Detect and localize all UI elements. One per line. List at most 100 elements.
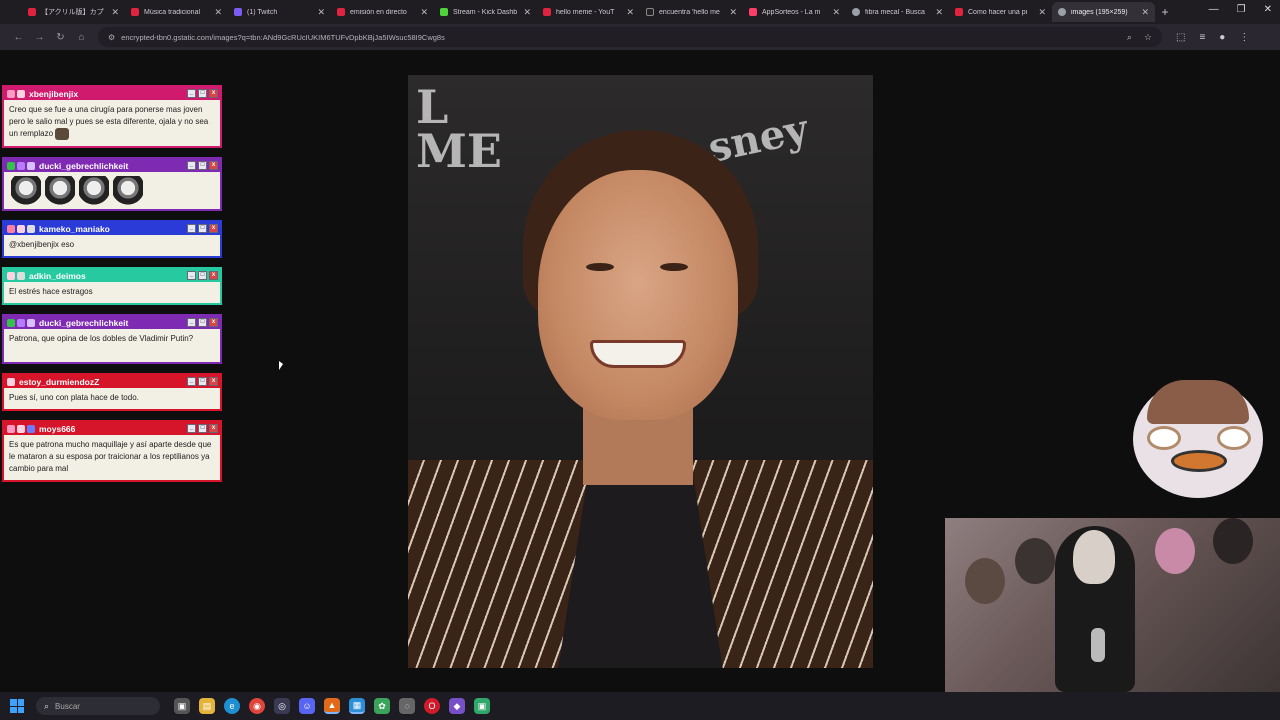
close-tab-icon[interactable]: ✕ bbox=[1141, 7, 1149, 18]
toolbar-icons: ⬚ ≡ ● ⋮ bbox=[1176, 32, 1249, 43]
minimize-icon: _ bbox=[187, 271, 196, 280]
chat-message: adkin_deimos _ □ x El estrés hace estragos bbox=[2, 267, 222, 305]
home-icon[interactable]: ⌂ bbox=[71, 32, 92, 43]
mascot-left-eye bbox=[1147, 426, 1181, 450]
reload-icon[interactable]: ↻ bbox=[50, 32, 71, 43]
chat-message-body: @xbenjibenjix eso bbox=[4, 235, 220, 256]
plush-decoration bbox=[1155, 528, 1195, 574]
file-explorer-icon[interactable]: ▤ bbox=[199, 698, 215, 714]
chat-message-header: kameko_maniako _ □ x bbox=[4, 222, 220, 235]
smile bbox=[590, 340, 686, 368]
address-bar[interactable]: ⚙ encrypted-tbn0.gstatic.com/images?q=tb… bbox=[98, 27, 1162, 47]
bookmark-star-icon[interactable]: ☆ bbox=[1144, 32, 1152, 43]
plush-decoration bbox=[965, 558, 1005, 604]
browser-tab[interactable]: hello meme - YouT ✕ bbox=[537, 2, 640, 22]
browser-tab[interactable]: 【アクリル版】カプ ✕ bbox=[22, 2, 125, 22]
app-icon[interactable]: ✿ bbox=[374, 698, 390, 714]
chat-username: kameko_maniako bbox=[39, 223, 110, 234]
app-icon[interactable]: ▲ bbox=[324, 698, 340, 714]
chrome-icon[interactable]: ◉ bbox=[249, 698, 265, 714]
windows-start-icon[interactable] bbox=[10, 699, 24, 713]
close-tab-icon[interactable]: ✕ bbox=[420, 7, 428, 18]
cat-emote-icon bbox=[11, 176, 41, 206]
browser-tab[interactable]: fibra mecal - Busca ✕ bbox=[846, 2, 949, 22]
browser-tab[interactable]: encuentra 'hello me ✕ bbox=[640, 2, 743, 22]
close-tab-icon[interactable]: ✕ bbox=[935, 7, 943, 18]
close-icon: x bbox=[209, 224, 218, 233]
app-icon[interactable]: ◆ bbox=[449, 698, 465, 714]
maximize-icon[interactable]: ❐ bbox=[1237, 4, 1246, 15]
forward-arrow-icon[interactable]: → bbox=[29, 32, 50, 43]
displayed-image[interactable]: L ME sney bbox=[408, 75, 873, 668]
discord-icon[interactable]: ☺ bbox=[299, 698, 315, 714]
window-buttons: _ □ x bbox=[187, 89, 218, 98]
close-tab-icon[interactable]: ✕ bbox=[729, 7, 737, 18]
chat-message-text: Patrona, que opina de los dobles de Vlad… bbox=[9, 334, 194, 343]
microphone bbox=[1091, 628, 1105, 662]
taskbar-search[interactable]: ⌕ Buscar bbox=[36, 697, 160, 715]
browser-tab[interactable]: Música tradicional ✕ bbox=[125, 2, 228, 22]
chat-username: xbenjibenjix bbox=[29, 88, 79, 99]
site-info-icon[interactable]: ⚙ bbox=[108, 33, 115, 42]
plush-decoration bbox=[1015, 538, 1055, 584]
chat-username: ducki_gebrechlichkeit bbox=[39, 317, 129, 328]
browser-tab[interactable]: emisión en directo ✕ bbox=[331, 2, 434, 22]
app-icon[interactable]: ▣ bbox=[474, 698, 490, 714]
new-tab-button[interactable]: + bbox=[1155, 5, 1175, 19]
right-eye bbox=[660, 263, 688, 271]
chat-message: xbenjibenjix _ □ x Creo que se fue a una c… bbox=[2, 85, 222, 148]
back-arrow-icon[interactable]: ← bbox=[8, 32, 29, 43]
close-tab-icon[interactable]: ✕ bbox=[832, 7, 840, 18]
chat-message-body: Pues sí, uno con plata hace de todo. bbox=[4, 388, 220, 409]
globe-favicon-icon bbox=[1058, 8, 1066, 16]
extensions-icon[interactable]: ⬚ bbox=[1176, 32, 1185, 43]
browser-tab[interactable]: Como hacer una pi ✕ bbox=[949, 2, 1052, 22]
close-icon: x bbox=[209, 318, 218, 327]
cat-emote-icon bbox=[113, 176, 143, 206]
profile-icon[interactable]: ● bbox=[1219, 32, 1225, 43]
close-tab-icon[interactable]: ✕ bbox=[214, 7, 222, 18]
media-control-icon[interactable]: ≡ bbox=[1199, 32, 1205, 43]
chat-username: ducki_gebrechlichkeit bbox=[39, 160, 129, 171]
close-tab-icon[interactable]: ✕ bbox=[111, 7, 119, 18]
plush-decoration bbox=[1213, 518, 1253, 564]
minimize-icon: _ bbox=[187, 377, 196, 386]
close-window-icon[interactable]: ✕ bbox=[1264, 4, 1272, 15]
minimize-icon: _ bbox=[187, 318, 196, 327]
minimize-icon[interactable]: — bbox=[1209, 4, 1219, 15]
edge-icon[interactable]: e bbox=[224, 698, 240, 714]
app-icon[interactable]: ◌ bbox=[399, 698, 415, 714]
app-icon[interactable]: ▦ bbox=[349, 698, 365, 714]
maximize-icon: □ bbox=[198, 89, 207, 98]
browser-tab[interactable]: (1) Twitch ✕ bbox=[228, 2, 331, 22]
address-bar-actions: ⌕ ☆ bbox=[1127, 32, 1152, 43]
emote-icon bbox=[55, 128, 70, 140]
close-tab-icon[interactable]: ✕ bbox=[626, 7, 634, 18]
prime-badge-icon bbox=[17, 318, 25, 327]
maximize-icon: □ bbox=[198, 424, 207, 433]
task-view-icon[interactable]: ▣ bbox=[174, 698, 190, 714]
close-tab-icon[interactable]: ✕ bbox=[317, 7, 325, 18]
zoom-icon[interactable]: ⌕ bbox=[1127, 32, 1132, 43]
opera-icon[interactable]: O bbox=[424, 698, 440, 714]
cat-emote-icon bbox=[79, 176, 109, 206]
chat-message-text: Pues sí, uno con plata hace de todo. bbox=[9, 393, 139, 402]
app-icon[interactable]: ◎ bbox=[274, 698, 290, 714]
browser-tab-bar: 【アクリル版】カプ ✕ Música tradicional ✕ (1) Twitc… bbox=[0, 0, 1280, 24]
close-tab-icon[interactable]: ✕ bbox=[523, 7, 531, 18]
close-tab-icon[interactable]: ✕ bbox=[1038, 7, 1046, 18]
window-buttons: _ □ x bbox=[187, 224, 218, 233]
tiktok-favicon-icon bbox=[646, 8, 654, 16]
tab-strip-spacer bbox=[0, 2, 22, 22]
close-icon: x bbox=[209, 424, 218, 433]
minimize-icon: _ bbox=[187, 424, 196, 433]
chat-message: ducki_gebrechlichkeit _ □ x Patrona, que o… bbox=[2, 314, 222, 364]
menu-kebab-icon[interactable]: ⋮ bbox=[1239, 32, 1249, 43]
youtube-favicon-icon bbox=[543, 8, 551, 16]
kick-favicon-icon bbox=[440, 8, 448, 16]
heart-badge-icon bbox=[7, 224, 15, 233]
screen: 【アクリル版】カプ ✕ Música tradicional ✕ (1) Twitc… bbox=[0, 0, 1280, 720]
browser-tab-active[interactable]: images (195×259) ✕ bbox=[1052, 2, 1155, 22]
browser-tab[interactable]: AppSorteos - La m ✕ bbox=[743, 2, 846, 22]
browser-tab[interactable]: Stream - Kick Dashb ✕ bbox=[434, 2, 537, 22]
